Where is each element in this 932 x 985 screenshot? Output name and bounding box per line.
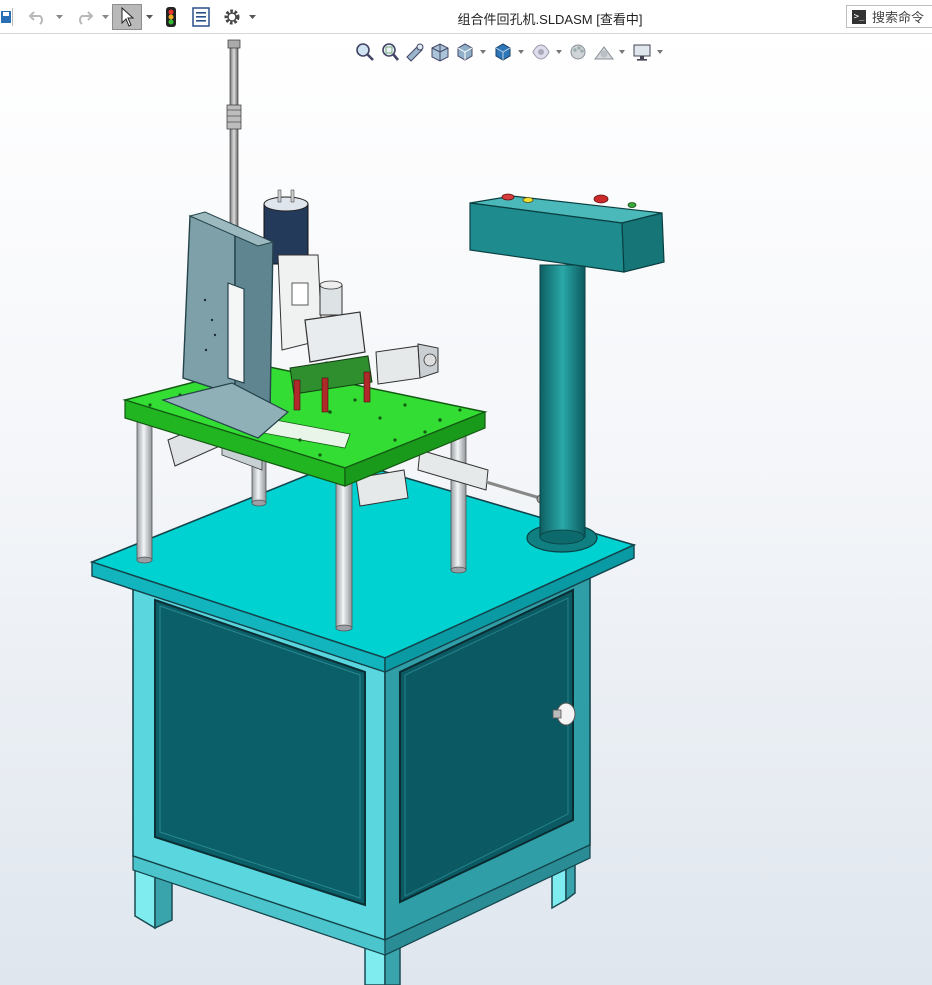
select-arrow-icon[interactable] bbox=[112, 4, 142, 30]
select-dropdown-chevron-icon[interactable] bbox=[144, 4, 154, 30]
save-icon[interactable] bbox=[0, 4, 14, 30]
redo-icon[interactable] bbox=[72, 4, 96, 30]
rebuild-traffic-light-icon[interactable] bbox=[162, 4, 180, 30]
machine-assembly-model[interactable] bbox=[0, 34, 932, 985]
options-dropdown-chevron-icon[interactable] bbox=[246, 4, 258, 30]
vertical-rod bbox=[226, 39, 242, 231]
control-box bbox=[469, 195, 665, 273]
search-commands-field[interactable]: >_ 搜索命令 bbox=[846, 5, 932, 28]
search-placeholder: 搜索命令 bbox=[872, 10, 925, 25]
undo-dropdown-chevron-icon[interactable] bbox=[54, 4, 64, 30]
options-gear-icon[interactable] bbox=[220, 4, 244, 30]
graphics-viewport[interactable] bbox=[0, 34, 932, 985]
command-prompt-icon: >_ bbox=[852, 9, 866, 24]
control-column bbox=[526, 264, 598, 553]
file-properties-icon[interactable] bbox=[190, 4, 212, 30]
redo-dropdown-chevron-icon[interactable] bbox=[100, 4, 110, 30]
window-title: 组合件回孔机.SLDASM [查看中] bbox=[457, 12, 643, 27]
upright-bracket bbox=[161, 211, 290, 439]
side-actuator bbox=[375, 343, 439, 385]
title-bar: 组合件回孔机.SLDASM [查看中] >_ 搜索命令 bbox=[0, 0, 932, 34]
undo-icon[interactable] bbox=[26, 4, 50, 30]
